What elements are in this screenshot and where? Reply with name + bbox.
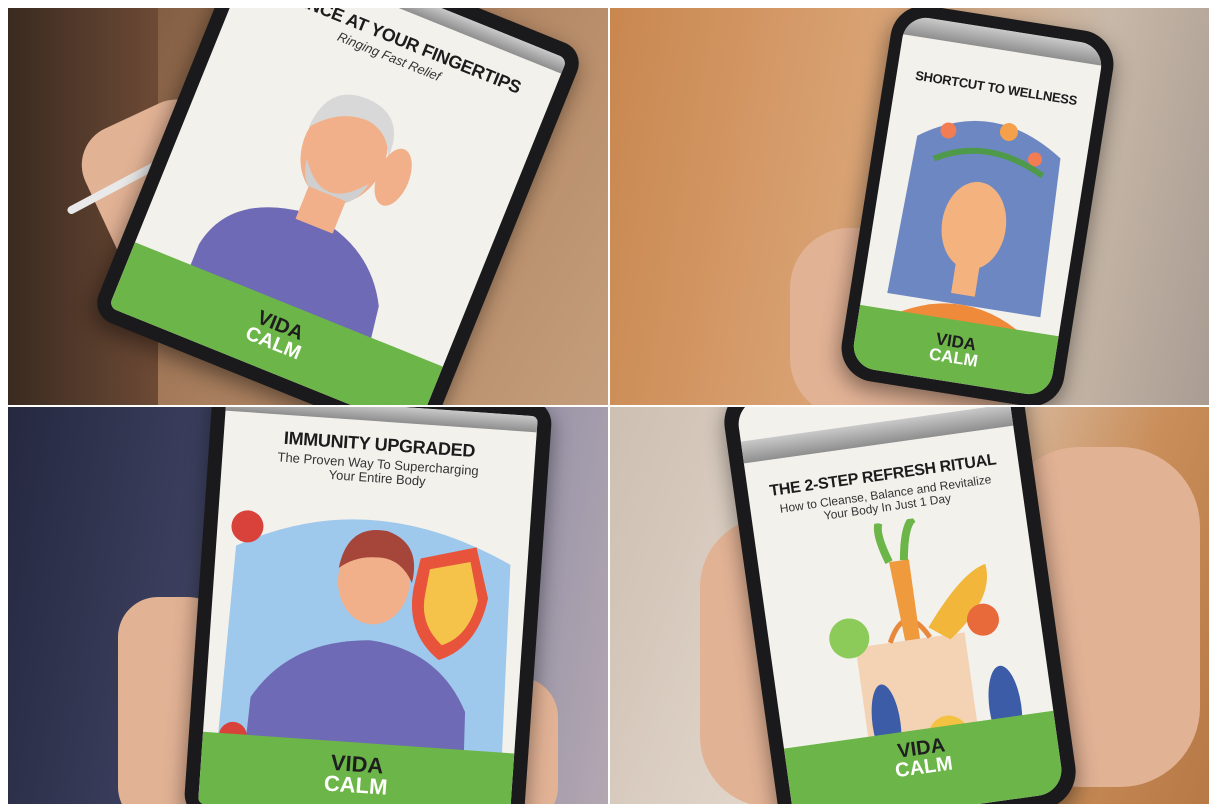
tablet-device: SILENCE AT YOUR FINGERTIPS Ringing Fast … <box>90 8 586 405</box>
tablet-screen: SILENCE AT YOUR FINGERTIPS Ringing Fast … <box>108 8 568 405</box>
phone-screen: THE 2-STEP REFRESH RITUAL How to Cleanse… <box>735 407 1065 804</box>
mockup-panel-2: SHORTCUT TO WELLNESS VIDA CALM <box>610 8 1209 405</box>
phone-device: THE 2-STEP REFRESH RITUAL How to Cleanse… <box>719 407 1081 804</box>
tablet-screen: IMMUNITY UPGRADED The Proven Way To Supe… <box>198 407 538 804</box>
phone-device: SHORTCUT TO WELLNESS VIDA CALM <box>836 8 1119 405</box>
mockup-panel-1: SILENCE AT YOUR FINGERTIPS Ringing Fast … <box>8 8 608 405</box>
mockup-panel-3: IMMUNITY UPGRADED The Proven Way To Supe… <box>8 407 608 804</box>
tablet-device: IMMUNITY UPGRADED The Proven Way To Supe… <box>183 407 553 804</box>
mockup-panel-4: THE 2-STEP REFRESH RITUAL How to Cleanse… <box>610 407 1209 804</box>
phone-screen: SHORTCUT TO WELLNESS VIDA CALM <box>850 14 1105 398</box>
